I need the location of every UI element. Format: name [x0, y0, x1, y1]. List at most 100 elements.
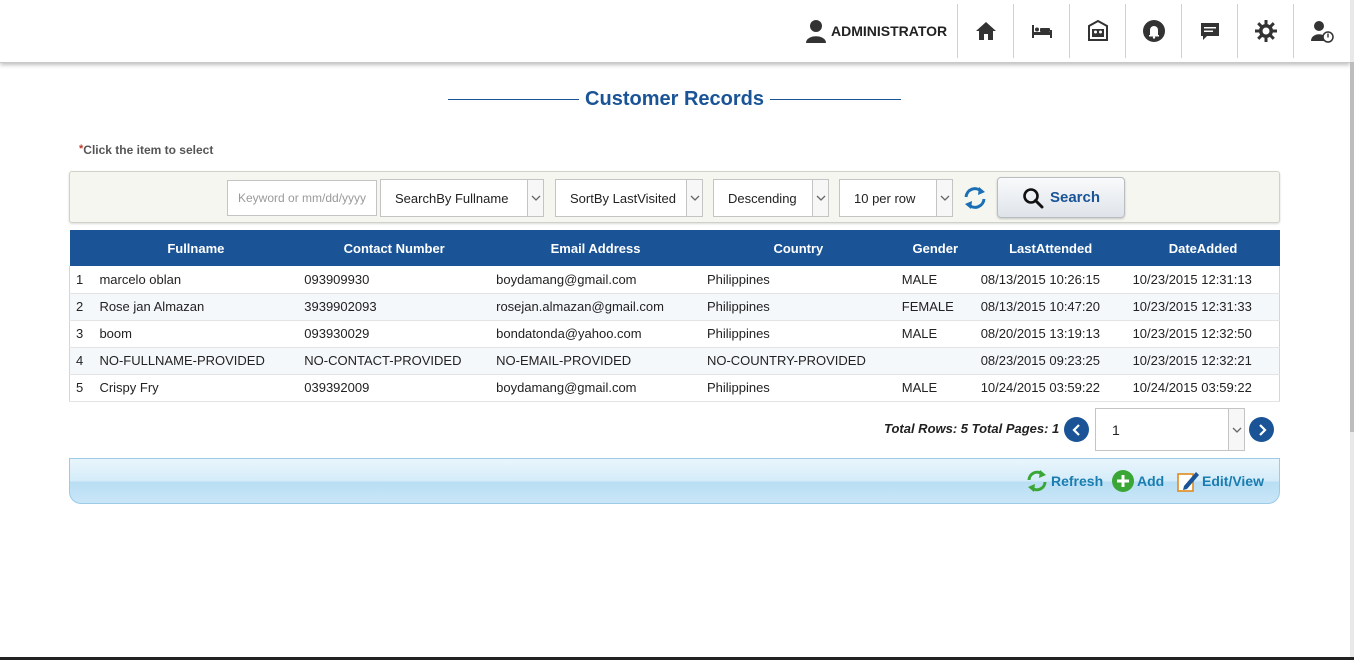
column-header-gender[interactable]: Gender: [896, 230, 975, 266]
table-header-row: Fullname Contact Number Email Address Co…: [69, 230, 1280, 266]
column-header-country[interactable]: Country: [701, 230, 896, 266]
row-number: 3: [76, 326, 84, 341]
row-number: 1: [76, 271, 84, 287]
cell-date-added: 10/23/2015 12:31:13: [1132, 271, 1252, 287]
cell-country: NO-COUNTRY-PROVIDED: [706, 353, 866, 368]
cell-last-attended: 08/13/2015 10:47:20: [980, 299, 1100, 314]
cell-fullname: marcelo oblan: [99, 271, 182, 287]
sort-by-value: SortBy LastVisited: [570, 190, 676, 206]
rooms-button[interactable]: [1013, 4, 1069, 58]
sort-order-value: Descending: [728, 190, 797, 206]
magnifier-icon: [1023, 187, 1044, 208]
notifications-button[interactable]: [1125, 4, 1181, 58]
chevron-down-icon: [936, 180, 952, 216]
reset-filters-button[interactable]: [962, 185, 988, 211]
messages-button[interactable]: [1181, 4, 1237, 58]
cell-gender: FEMALE: [901, 299, 954, 314]
rows-per-page-select[interactable]: 10 per row: [839, 179, 953, 217]
table-row[interactable]: 4 NO-FULLNAME-PROVIDED NO-CONTACT-PROVID…: [69, 347, 1280, 374]
logout-button[interactable]: [1293, 4, 1349, 58]
previous-page-button[interactable]: [1064, 417, 1089, 442]
add-circle-icon: [1112, 470, 1134, 492]
chevron-down-icon: [527, 180, 543, 216]
cell-country: Philippines: [706, 271, 770, 287]
top-navbar: ADMINISTRATOR: [0, 0, 1350, 63]
cell-email: NO-EMAIL-PROVIDED: [496, 353, 632, 368]
page-scrollbar[interactable]: [1350, 0, 1354, 660]
contacts-button[interactable]: [1069, 4, 1125, 58]
page-number-select[interactable]: 1: [1095, 408, 1245, 451]
cell-country: Philippines: [706, 299, 770, 314]
table-row[interactable]: 1 marcelo oblan 093909930 boydamang@gmai…: [69, 266, 1280, 293]
chevron-left-icon: [1071, 423, 1080, 436]
cell-contact: NO-CONTACT-PROVIDED: [304, 353, 462, 368]
column-header-date-added[interactable]: DateAdded: [1127, 230, 1280, 266]
cell-last-attended: 08/13/2015 10:26:15: [980, 271, 1100, 287]
row-number: 4: [76, 353, 84, 368]
column-header-email[interactable]: Email Address: [490, 230, 701, 266]
cell-email: bondatonda@yahoo.com: [496, 326, 642, 341]
contact-card-icon: [1087, 19, 1108, 41]
cell-date-added: 10/23/2015 12:31:33: [1132, 299, 1252, 314]
table-row[interactable]: 5 Crispy Fry 039392009 boydamang@gmail.c…: [69, 374, 1280, 401]
hint-text: Click the item to select: [83, 143, 214, 157]
column-header-contact[interactable]: Contact Number: [298, 230, 490, 266]
cell-country: Philippines: [706, 380, 770, 395]
row-number: 2: [76, 299, 84, 314]
sort-order-select[interactable]: Descending: [713, 179, 829, 217]
table-row[interactable]: 2 Rose jan Almazan 3939902093 rosejan.al…: [69, 293, 1280, 320]
refresh-green-icon: [1027, 470, 1047, 492]
user-label: ADMINISTRATOR: [831, 23, 948, 39]
cell-country: Philippines: [706, 326, 770, 341]
title-rule-left: [448, 98, 580, 100]
search-by-select[interactable]: SearchBy Fullname: [380, 179, 544, 217]
next-page-button[interactable]: [1249, 417, 1274, 442]
user-menu[interactable]: ADMINISTRATOR: [805, 18, 947, 44]
table-row[interactable]: 3 boom 093930029 bondatonda@yahoo.com Ph…: [69, 320, 1280, 347]
chevron-down-icon: [812, 180, 828, 216]
cell-email: rosejan.almazan@gmail.com: [496, 299, 664, 314]
refresh-button[interactable]: Refresh: [1025, 469, 1103, 493]
cell-last-attended: 10/24/2015 03:59:22: [980, 380, 1100, 395]
cell-fullname: Crispy Fry: [99, 380, 159, 395]
user-icon: [806, 20, 826, 43]
customer-records-table: Fullname Contact Number Email Address Co…: [69, 230, 1280, 402]
home-button[interactable]: [957, 4, 1013, 58]
keyword-search-input[interactable]: [227, 180, 377, 216]
title-rule-right: [769, 98, 901, 100]
pagination-info: Total Rows: 5 Total Pages: 1: [884, 421, 1060, 436]
cell-gender: MALE: [901, 271, 938, 287]
search-button[interactable]: Search: [997, 177, 1125, 218]
cell-contact: 3939902093: [304, 299, 377, 314]
action-bar: Refresh Add Edit/View: [69, 458, 1280, 504]
rows-per-page-value: 10 per row: [854, 190, 916, 206]
settings-button[interactable]: [1237, 4, 1293, 58]
cell-contact: 093909930: [304, 271, 370, 287]
add-button[interactable]: Add: [1111, 469, 1164, 493]
cell-contact: 039392009: [304, 380, 370, 395]
gear-icon: [1254, 20, 1277, 42]
cell-fullname: Rose jan Almazan: [99, 299, 205, 314]
row-number: 5: [76, 380, 84, 395]
add-label: Add: [1137, 473, 1165, 489]
chevron-down-icon: [686, 180, 702, 216]
column-header-fullname[interactable]: Fullname: [93, 230, 298, 266]
cell-date-added: 10/23/2015 12:32:21: [1132, 353, 1252, 368]
pagination: Total Rows: 5 Total Pages: 1 1: [884, 407, 1280, 451]
cell-fullname: NO-FULLNAME-PROVIDED: [99, 353, 265, 368]
refresh-icon: [964, 187, 986, 209]
scrollbar-thumb[interactable]: [1350, 62, 1354, 432]
chevron-right-icon: [1258, 423, 1267, 436]
page-title: Customer Records: [585, 87, 764, 110]
cell-fullname: boom: [99, 326, 132, 341]
nav-icon-bar: [957, 4, 1349, 58]
sort-by-select[interactable]: SortBy LastVisited: [555, 179, 703, 217]
cell-date-added: 10/24/2015 03:59:22: [1132, 380, 1252, 395]
bell-icon: [1142, 20, 1165, 42]
column-header-last-attended[interactable]: LastAttended: [975, 230, 1127, 266]
edit-view-button[interactable]: Edit/View: [1176, 469, 1264, 493]
user-logout-icon: [1310, 21, 1334, 43]
cell-contact: 093930029: [304, 326, 370, 341]
home-icon: [975, 22, 996, 40]
bed-icon: [1031, 25, 1052, 38]
